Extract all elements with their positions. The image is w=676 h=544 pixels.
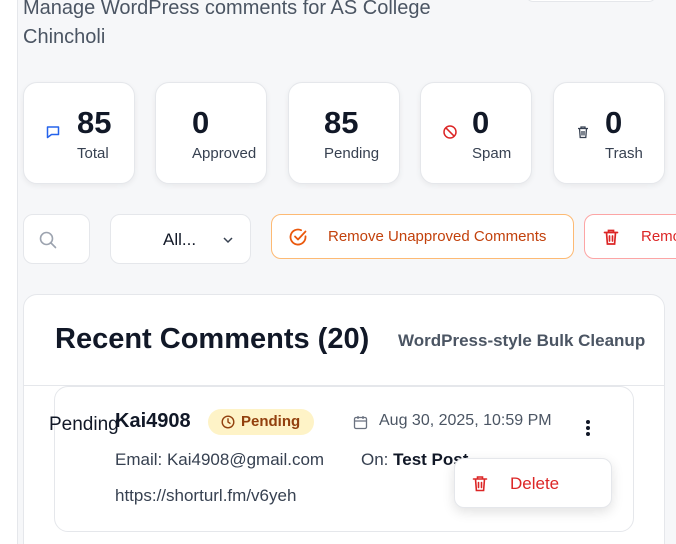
stat-label: Approved (192, 145, 257, 162)
trash-icon (603, 229, 619, 245)
check-circle-icon (289, 228, 307, 246)
message-icon (46, 126, 60, 139)
comment-post: On: Test Post (361, 450, 468, 470)
stat-card-trash: 0 Trash (553, 82, 665, 184)
page-subtitle: Manage WordPress comments for AS College… (23, 0, 431, 48)
stat-card-spam: 0 Spam (420, 82, 532, 184)
status-filter-select[interactable]: All... (110, 214, 251, 264)
comment-content: https://shorturl.fm/v6yeh (115, 486, 297, 505)
trash-icon (578, 126, 588, 139)
more-vertical-icon[interactable] (580, 420, 596, 440)
comment-author: Kai4908 (115, 410, 191, 432)
status-badge: Pending (208, 409, 314, 435)
chevron-down-icon (223, 237, 233, 244)
ban-icon (443, 125, 457, 139)
remove-unapproved-label: Remove Unapproved Comments (328, 228, 547, 245)
sidebar-edge (0, 0, 18, 544)
stat-value: 0 (605, 105, 623, 140)
status-badge-label: Pending (241, 413, 301, 430)
stat-card-approved: 0 Approved (155, 82, 267, 184)
overlay-status-text: Pending (49, 414, 119, 435)
stat-card-total: 85 Total (23, 82, 135, 184)
calendar-icon (353, 416, 368, 430)
panel-subtitle: WordPress-style Bulk Cleanup (398, 331, 646, 350)
stat-value: 85 (324, 105, 359, 140)
delete-menu-item[interactable]: Delete (510, 474, 559, 494)
remove-spam-label: Remo (641, 228, 676, 245)
header-action-box[interactable] (526, 0, 656, 2)
trash-icon (472, 476, 488, 492)
remove-spam-button[interactable]: Remo (584, 214, 676, 259)
stat-label: Spam (472, 145, 512, 162)
comment-actions-menu: Delete (454, 458, 612, 508)
remove-unapproved-button[interactable]: Remove Unapproved Comments (271, 214, 574, 259)
stat-value: 85 (77, 105, 112, 140)
stat-card-pending: 85 Pending (288, 82, 400, 184)
search-input[interactable] (23, 214, 90, 264)
stat-label: Trash (605, 145, 643, 162)
clock-icon (221, 415, 235, 429)
comment-email: Email: Kai4908@gmail.com (115, 450, 325, 469)
stat-value: 0 (192, 105, 210, 140)
search-icon (39, 231, 57, 249)
on-label: On: (361, 450, 389, 469)
stat-label: Total (77, 145, 109, 162)
filter-value: All... (163, 230, 197, 249)
comment-date: Aug 30, 2025, 10:59 PM (379, 412, 552, 429)
stat-label: Pending (324, 145, 380, 162)
panel-title: Recent Comments (20) (55, 323, 370, 355)
stat-value: 0 (472, 105, 490, 140)
